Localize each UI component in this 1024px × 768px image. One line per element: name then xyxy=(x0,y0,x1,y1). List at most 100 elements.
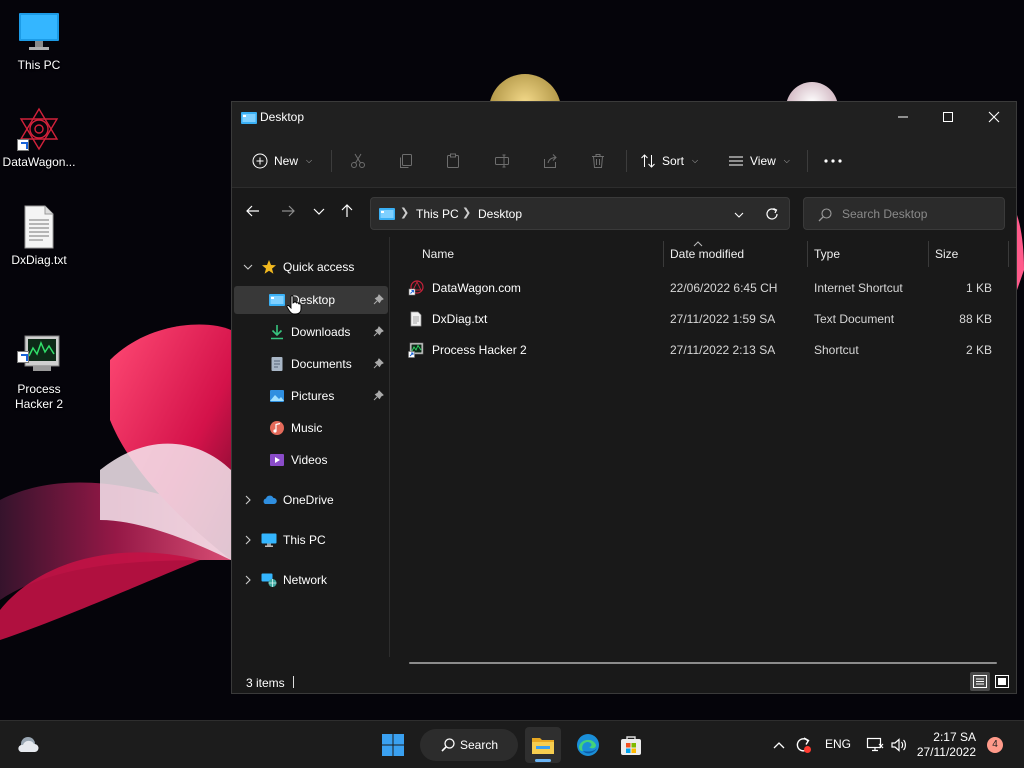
large-icons-view-button[interactable] xyxy=(992,672,1012,691)
forward-button[interactable] xyxy=(280,203,300,223)
taskbar-microsoft-store[interactable] xyxy=(613,727,649,763)
column-header-date-modified[interactable]: Date modified xyxy=(670,247,744,261)
desktop-icon-label: DataWagon... xyxy=(2,155,76,169)
up-button[interactable] xyxy=(339,203,359,223)
column-header-type[interactable]: Type xyxy=(814,247,840,261)
nav-item-pictures[interactable]: Pictures xyxy=(234,382,388,410)
copy-button[interactable] xyxy=(398,148,414,174)
new-button[interactable]: New ⌵ xyxy=(252,148,312,174)
show-hidden-icons-chevron-up-icon[interactable] xyxy=(772,739,786,751)
taskbar-clock[interactable]: 2:17 SA 27/11/2022 xyxy=(914,730,976,760)
nav-item-onedrive[interactable]: OneDrive xyxy=(234,486,388,514)
taskbar-file-explorer[interactable] xyxy=(525,727,561,763)
view-label: View xyxy=(750,154,776,168)
download-arrow-icon xyxy=(271,325,283,340)
table-row[interactable]: DataWagon.com 22/06/2022 6:45 CH Interne… xyxy=(400,274,1000,302)
close-button[interactable] xyxy=(971,102,1017,132)
window-title: Desktop xyxy=(260,110,305,124)
nav-item-videos[interactable]: Videos xyxy=(234,446,388,474)
paste-button[interactable] xyxy=(445,148,461,174)
rename-icon xyxy=(495,154,509,168)
nav-item-desktop[interactable]: Desktop xyxy=(234,286,388,314)
process-hacker-icon xyxy=(408,342,424,358)
language-indicator[interactable]: ENG xyxy=(825,737,851,751)
plus-circle-icon xyxy=(252,153,268,169)
nav-item-this-pc[interactable]: This PC xyxy=(234,526,388,554)
taskbar-edge[interactable] xyxy=(570,727,606,763)
start-button[interactable] xyxy=(375,727,411,763)
column-divider[interactable] xyxy=(807,241,808,267)
command-separator xyxy=(807,150,808,172)
network-status-icon[interactable] xyxy=(866,736,884,754)
navigation-pane: Quick access Desktop Downloads Documents xyxy=(232,237,389,657)
process-hacker-icon xyxy=(17,319,61,371)
update-sync-icon[interactable] xyxy=(794,736,812,754)
share-button[interactable] xyxy=(542,148,558,174)
chevron-down-icon[interactable] xyxy=(242,261,254,273)
item-count: 3 items xyxy=(246,676,285,690)
shortcut-arrow-icon xyxy=(17,351,29,363)
nav-item-music[interactable]: Music xyxy=(234,414,388,442)
cut-button[interactable] xyxy=(350,148,366,174)
minimize-button[interactable] xyxy=(880,102,926,132)
taskbar: Search ENG 2:17 SA 27/11/2022 4 xyxy=(0,720,1024,768)
column-divider[interactable] xyxy=(663,241,664,267)
column-divider[interactable] xyxy=(928,241,929,267)
close-icon xyxy=(988,111,1000,123)
chevron-right-icon[interactable] xyxy=(242,534,254,546)
back-button[interactable] xyxy=(245,203,265,223)
chevron-right-icon[interactable] xyxy=(242,574,254,586)
video-icon xyxy=(270,454,284,466)
volume-icon[interactable] xyxy=(890,736,908,754)
picture-icon xyxy=(270,390,284,402)
chevron-right-icon[interactable] xyxy=(242,494,254,506)
details-view-button[interactable] xyxy=(970,672,990,691)
recent-locations-button[interactable] xyxy=(311,203,331,223)
weather-widget-button[interactable] xyxy=(10,727,46,763)
table-row[interactable]: Process Hacker 2 27/11/2022 2:13 SA Shor… xyxy=(400,336,1000,364)
arrow-up-icon xyxy=(341,204,353,217)
store-bag-icon xyxy=(621,736,641,755)
taskbar-search-button[interactable]: Search xyxy=(420,729,518,761)
cloud-icon xyxy=(18,737,39,752)
refresh-icon[interactable] xyxy=(765,207,779,221)
desktop-icon-datawagon[interactable]: DataWagon... xyxy=(0,107,78,170)
desktop-icon-process-hacker[interactable]: Process Hacker 2 xyxy=(0,304,78,427)
search-icon xyxy=(441,738,455,752)
maximize-button[interactable] xyxy=(925,102,971,132)
breadcrumb-desktop[interactable]: Desktop xyxy=(478,207,522,221)
address-history-chevron-icon[interactable] xyxy=(733,209,745,221)
desktop-icon-dxdiag[interactable]: DxDiag.txt xyxy=(0,205,78,268)
nav-label: Documents xyxy=(291,357,352,371)
view-button[interactable]: View ⌵ xyxy=(728,148,790,174)
nav-item-downloads[interactable]: Downloads xyxy=(234,318,388,346)
sort-button[interactable]: Sort ⌵ xyxy=(640,148,698,174)
datawagon-logo-icon xyxy=(17,107,61,151)
nav-item-quick-access[interactable]: Quick access xyxy=(234,253,388,281)
navigation-bar: ❯ This PC ❯ Desktop xyxy=(232,189,1016,237)
address-bar[interactable]: ❯ This PC ❯ Desktop xyxy=(370,197,790,230)
nav-item-network[interactable]: Network xyxy=(234,566,388,594)
nav-item-documents[interactable]: Documents xyxy=(234,350,388,378)
copy-icon xyxy=(400,154,412,168)
column-divider[interactable] xyxy=(1008,241,1009,267)
rename-button[interactable] xyxy=(494,148,510,174)
desktop-icon-this-pc[interactable]: This PC xyxy=(0,10,78,73)
command-separator xyxy=(331,150,332,172)
desktop-folder-icon xyxy=(379,208,395,220)
table-row[interactable]: DxDiag.txt 27/11/2022 1:59 SA Text Docum… xyxy=(400,305,1000,333)
search-icon xyxy=(818,208,832,222)
search-box[interactable] xyxy=(803,197,1005,230)
column-header-name[interactable]: Name xyxy=(422,247,454,261)
nav-label: Quick access xyxy=(283,260,355,274)
notification-badge[interactable]: 4 xyxy=(987,737,1003,753)
column-header-size[interactable]: Size xyxy=(935,247,958,261)
delete-button[interactable] xyxy=(590,148,606,174)
see-more-button[interactable] xyxy=(823,148,843,174)
new-label: New xyxy=(274,154,299,168)
title-bar[interactable]: Desktop xyxy=(232,102,1016,134)
search-input[interactable] xyxy=(842,206,992,222)
breadcrumb-this-pc[interactable]: This PC xyxy=(416,207,459,221)
horizontal-scrollbar[interactable] xyxy=(409,662,997,664)
command-separator xyxy=(626,150,627,172)
